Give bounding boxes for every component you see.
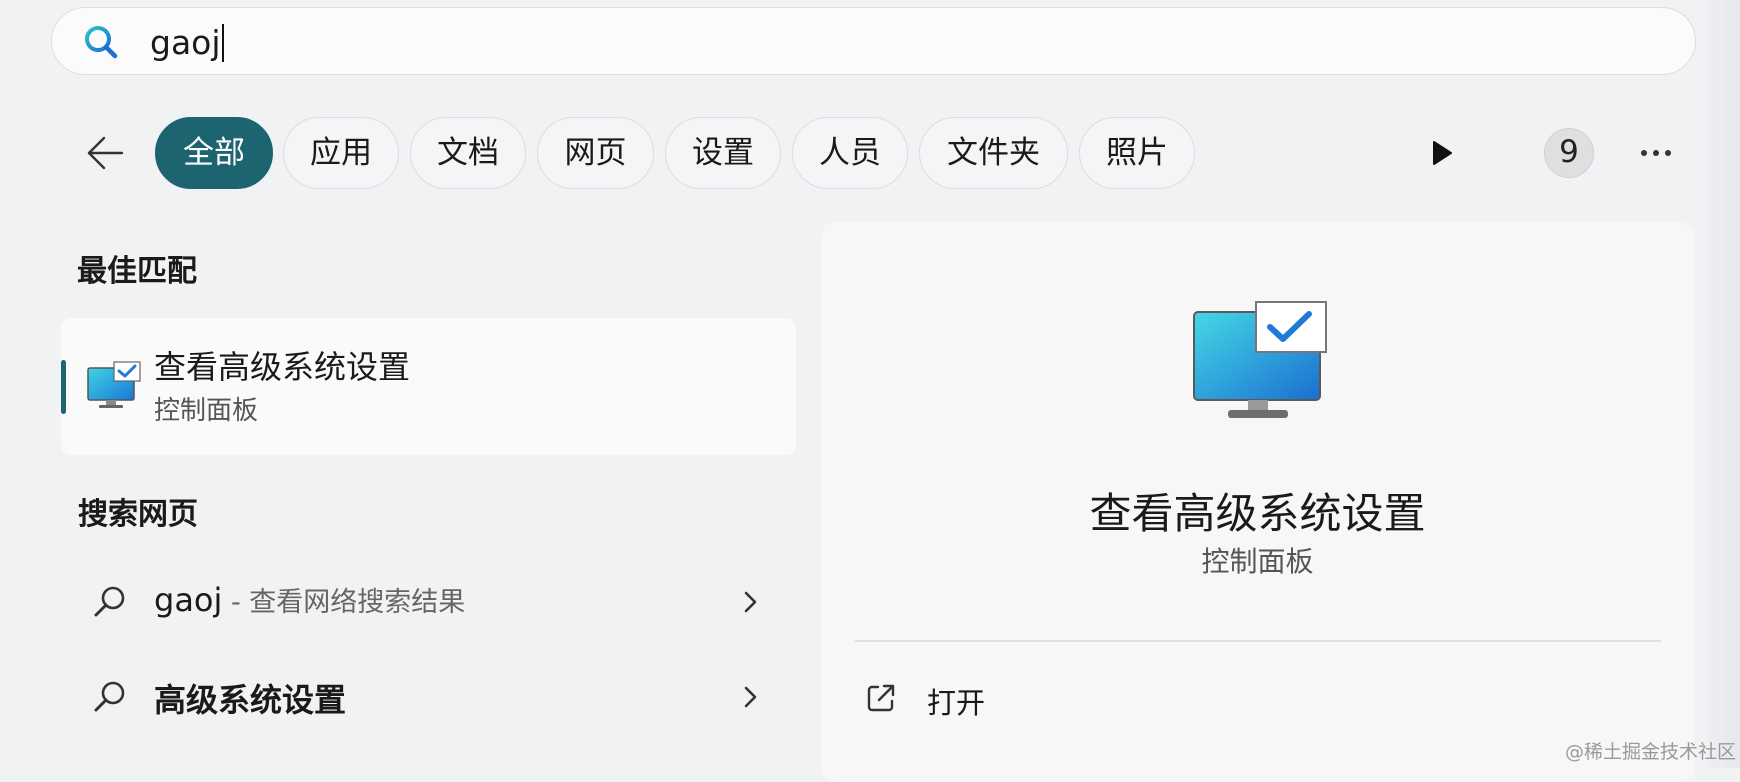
search-icon	[85, 26, 118, 59]
more-icon	[1641, 150, 1671, 156]
preview-title: 查看高级系统设置	[1089, 489, 1426, 538]
tab-documents[interactable]: 文档	[410, 117, 526, 189]
web-search-suffix: - 查看网络搜索结果	[222, 587, 466, 618]
tab-all[interactable]: 全部	[155, 117, 273, 189]
count-badge[interactable]: 9	[1544, 128, 1594, 178]
divider	[855, 640, 1661, 642]
chevron-right-icon	[744, 591, 757, 613]
selection-indicator	[61, 360, 66, 414]
arrow-left-icon	[87, 136, 124, 170]
preview-subtitle: 控制面板	[1201, 545, 1314, 578]
web-search-text: 高级系统设置	[154, 675, 346, 721]
window-edge	[1708, 0, 1740, 768]
open-action[interactable]: 打开	[861, 668, 1161, 728]
best-match-subtitle: 控制面板	[154, 396, 259, 426]
more-options-button[interactable]	[1636, 138, 1676, 168]
web-search-item[interactable]: 高级系统设置	[80, 661, 780, 731]
best-match-heading: 最佳匹配	[77, 254, 197, 289]
open-external-icon	[867, 684, 895, 712]
watermark: @稀土掘金技术社区	[1564, 741, 1736, 763]
tab-apps[interactable]: 应用	[283, 117, 399, 189]
play-icon	[1433, 141, 1452, 165]
web-search-query: 高级系统设置	[154, 681, 347, 719]
text-caret	[221, 24, 224, 62]
best-match-result[interactable]: 查看高级系统设置 控制面板	[61, 318, 796, 455]
scroll-tabs-button[interactable]	[1425, 136, 1459, 170]
web-search-text: gaoj - 查看网络搜索结果	[154, 580, 465, 619]
search-icon	[94, 681, 125, 712]
tab-web[interactable]: 网页	[537, 117, 654, 189]
tab-people[interactable]: 人员	[792, 117, 908, 189]
search-web-heading: 搜索网页	[78, 497, 198, 532]
tab-settings[interactable]: 设置	[665, 117, 781, 189]
open-label: 打开	[927, 686, 986, 720]
search-icon	[94, 586, 125, 617]
tab-photos[interactable]: 照片	[1079, 117, 1195, 189]
search-box[interactable]: gaoj	[51, 7, 1696, 75]
search-input[interactable]: gaoj	[150, 24, 224, 62]
back-button[interactable]	[82, 130, 128, 176]
system-settings-icon	[87, 361, 141, 408]
web-search-query: gaoj	[154, 581, 223, 619]
best-match-title: 查看高级系统设置	[154, 348, 411, 386]
preview-panel: 查看高级系统设置 控制面板 打开	[821, 222, 1694, 782]
tab-folders[interactable]: 文件夹	[919, 117, 1068, 189]
chevron-right-icon	[744, 686, 757, 708]
search-input-text: gaoj	[150, 23, 221, 62]
web-search-item[interactable]: gaoj - 查看网络搜索结果	[80, 566, 780, 636]
system-settings-icon	[1193, 301, 1327, 418]
